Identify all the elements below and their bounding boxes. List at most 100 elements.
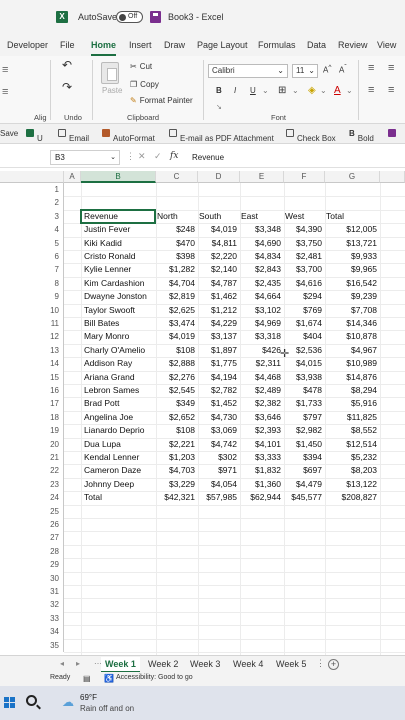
column-header[interactable]: A <box>64 171 81 183</box>
cell-label[interactable]: Cristo Ronald <box>84 250 136 263</box>
tab-developer[interactable]: Developer <box>7 40 48 50</box>
cell-label[interactable]: Kylie Lenner <box>84 263 131 276</box>
cell-value[interactable]: $404 <box>284 330 322 343</box>
borders-icon[interactable]: ⊞ <box>278 85 286 96</box>
qat-email[interactable]: Email <box>58 129 89 143</box>
cell-value[interactable]: $4,390 <box>284 223 322 236</box>
cell-value[interactable]: $2,311 <box>240 357 281 370</box>
cell-value[interactable]: $349 <box>156 397 195 410</box>
row-header[interactable]: 2 <box>0 196 64 210</box>
cell-value[interactable]: $2,545 <box>156 384 195 397</box>
cell-value[interactable]: $2,435 <box>240 277 281 290</box>
cell-value[interactable]: $2,888 <box>156 357 195 370</box>
row-header[interactable]: 20 <box>0 437 64 451</box>
row-header[interactable]: 33 <box>0 611 64 626</box>
cell-value[interactable]: $769 <box>284 304 322 317</box>
tab-data[interactable]: Data <box>307 40 326 50</box>
cell-value[interactable]: $2,221 <box>156 438 195 451</box>
cell-label[interactable]: Taylor Swooft <box>84 304 135 317</box>
cell-value[interactable]: $3,137 <box>198 330 237 343</box>
row-header[interactable]: 7 <box>0 263 64 277</box>
cell-value[interactable]: $3,069 <box>198 424 237 437</box>
qat-more[interactable] <box>388 129 399 138</box>
select-all-corner[interactable] <box>0 171 64 183</box>
cell-value[interactable]: $697 <box>284 464 322 477</box>
cell-value[interactable]: $2,652 <box>156 411 195 424</box>
cell-value[interactable]: $2,819 <box>156 290 195 303</box>
cell-value[interactable]: $11,825 <box>325 411 377 424</box>
cell-value[interactable]: $302 <box>198 451 237 464</box>
cell-value[interactable]: $62,944 <box>240 491 281 504</box>
cell-value[interactable]: $2,489 <box>240 384 281 397</box>
cell-value[interactable]: $2,393 <box>240 424 281 437</box>
cell-label[interactable]: Mary Monro <box>84 330 129 343</box>
autosave-toggle[interactable]: Off <box>116 11 143 23</box>
row-header[interactable]: 21 <box>0 451 64 465</box>
row-header[interactable]: 23 <box>0 477 64 492</box>
cell-label[interactable]: Kim Cardashion <box>84 277 144 290</box>
cell-label[interactable]: Dwayne Jonston <box>84 290 147 303</box>
cell-value[interactable]: $4,969 <box>240 317 281 330</box>
cell-value[interactable]: $2,625 <box>156 304 195 317</box>
cell-value[interactable]: $3,333 <box>240 451 281 464</box>
row-header[interactable]: 18 <box>0 410 64 425</box>
row-header[interactable]: 35 <box>0 638 64 652</box>
tab-file[interactable]: File <box>60 40 75 50</box>
cell-value[interactable]: $426 <box>240 344 281 357</box>
cell-value[interactable]: $2,536 <box>284 344 322 357</box>
search-icon[interactable] <box>26 695 37 706</box>
cell-value[interactable]: $248 <box>156 223 195 236</box>
cell-value[interactable]: $1,462 <box>198 290 237 303</box>
cell-value[interactable]: $1,674 <box>284 317 322 330</box>
row-header[interactable]: 16 <box>0 384 64 398</box>
cell-value[interactable]: $797 <box>284 411 322 424</box>
accessibility-icon[interactable]: ♿ <box>104 674 114 683</box>
cell-value[interactable]: $3,474 <box>156 317 195 330</box>
row-header[interactable]: 6 <box>0 250 64 264</box>
cell-value[interactable]: $2,481 <box>284 250 322 263</box>
row-header[interactable]: 1 <box>0 183 64 197</box>
align-middle-icon[interactable]: ≡ <box>388 62 394 74</box>
row-header[interactable]: 30 <box>0 571 64 585</box>
row-header[interactable]: 11 <box>0 317 64 331</box>
cell-label[interactable]: Angelina Joe <box>84 411 133 424</box>
row-header[interactable]: 28 <box>0 544 64 559</box>
cell-value[interactable]: $4,054 <box>198 478 237 491</box>
cell-value[interactable]: $4,967 <box>325 344 377 357</box>
cell-value[interactable]: $4,704 <box>156 277 195 290</box>
cell-label[interactable]: Bill Bates <box>84 317 119 330</box>
paste-button[interactable]: Paste <box>102 86 122 95</box>
tab-options-icon[interactable]: ⋮ <box>316 658 325 669</box>
header-cell[interactable]: North <box>156 210 195 223</box>
rain-cloud-icon[interactable]: ☁ <box>62 695 74 709</box>
qat-email-pdf[interactable]: E-mail as PDF Attachment <box>169 129 274 143</box>
row-header[interactable]: 4 <box>0 223 64 237</box>
cell-value[interactable]: $4,834 <box>240 250 281 263</box>
next-sheet-icon[interactable]: ▸ <box>76 659 80 668</box>
redo-icon[interactable]: ↷ <box>62 80 72 94</box>
chevron-down-icon[interactable]: ⌄ <box>262 86 269 95</box>
prev-sheet-icon[interactable]: ◂ <box>60 659 64 668</box>
row-header[interactable]: 25 <box>0 504 64 518</box>
cell-value[interactable]: $12,514 <box>325 438 377 451</box>
cell-value[interactable]: $108 <box>156 424 195 437</box>
cell-value[interactable]: $9,239 <box>325 290 377 303</box>
grow-font-icon[interactable]: A^ <box>323 64 331 75</box>
format-painter-button[interactable]: ✎ Format Painter <box>130 96 193 105</box>
font-name-select[interactable]: Calibri ⌄ <box>208 64 288 78</box>
chevron-down-icon[interactable]: ⌄ <box>320 86 327 95</box>
cell-value[interactable]: $3,938 <box>284 371 322 384</box>
align-top-icon[interactable]: ≡ <box>368 62 374 74</box>
row-header[interactable]: 22 <box>0 464 64 478</box>
header-cell[interactable]: East <box>240 210 281 223</box>
cell-value[interactable]: $478 <box>284 384 322 397</box>
cell-value[interactable]: $1,452 <box>198 397 237 410</box>
cell-value[interactable]: $1,897 <box>198 344 237 357</box>
cell-label[interactable]: Kendal Lenner <box>84 451 139 464</box>
cell-value[interactable]: $294 <box>284 290 322 303</box>
row-header[interactable]: 32 <box>0 598 64 612</box>
sheet-tab-week-5[interactable]: Week 5 <box>276 659 306 669</box>
cell-value[interactable]: $208,827 <box>325 491 377 504</box>
cell-value[interactable]: $4,468 <box>240 371 281 384</box>
expand-icon[interactable]: ↘ <box>216 103 222 111</box>
